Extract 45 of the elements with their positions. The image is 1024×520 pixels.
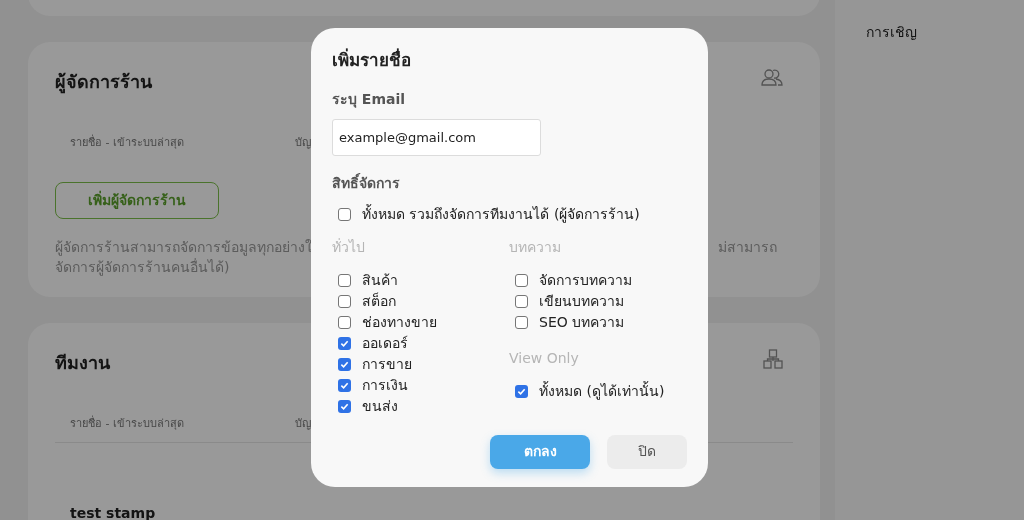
column-header: รายชื่อ - เข้าระบบล่าสุด [70,415,185,432]
hierarchy-icon [763,348,783,369]
checkbox[interactable] [338,294,351,308]
checkbox[interactable] [515,315,528,329]
description-text: จัดการผู้จัดการร้านคนอื่นได้) [55,257,231,277]
checkbox-label: ทั้งหมด (ดูได้เท่านั้น) [539,380,665,402]
permissions-label: สิทธิ์จัดการ [332,172,401,193]
checkbox-label: การเงิน [362,375,408,395]
description-text: ผู้จัดการร้านสามารถจัดการข้อมูลทุกอย่างใ [55,237,312,257]
checkbox-label: สต็อก [362,291,396,311]
checkbox[interactable] [338,399,351,413]
column-header: บัญ [295,415,311,432]
checkbox[interactable] [515,273,528,287]
member-name: test stamp [70,504,157,520]
checkbox-label: ทั้งหมด รวมถึงจัดการทีมงานได้ (ผู้จัดการร้าน) [362,203,640,225]
invitation-heading: การเชิญ [866,24,917,40]
column-header: บัญ [295,135,311,151]
description-text: ม่สามารถ [718,237,777,257]
email-label: ระบุ Email [332,89,407,110]
group-heading: View Only [509,348,580,368]
dialog-title: เพิ่มรายชื่อ [332,48,412,72]
checkbox-label: จัดการบทความ [539,270,632,290]
group-heading: ทั่วไป [332,237,366,257]
checkbox-label: ออเดอร์ [362,333,408,353]
checkbox[interactable] [515,384,528,398]
close-button[interactable]: ปิด [607,434,687,469]
users-icon [761,68,783,86]
checkbox-label: สินค้า [362,270,398,290]
checkbox[interactable] [338,273,351,287]
checkbox[interactable] [515,294,528,308]
checkbox-label: เขียนบทความ [539,291,624,311]
group-heading: บทความ [509,237,562,257]
section-title: ทีมงาน [55,350,110,375]
checkbox[interactable] [338,315,351,329]
email-field[interactable]: example@gmail.com [332,118,541,156]
checkbox[interactable] [338,357,351,371]
checkbox[interactable] [338,207,351,221]
checkbox-label: การขาย [362,354,412,374]
checkbox[interactable] [338,336,351,350]
checkbox-label: SEO บทความ [539,312,625,332]
column-header: รายชื่อ - เข้าระบบล่าสุด [70,135,185,151]
checkbox[interactable] [338,378,351,392]
section-title: ผู้จัดการร้าน [55,70,152,95]
checkbox-label: ช่องทางขาย [362,312,437,332]
checkbox-label: ขนส่ง [362,396,398,416]
